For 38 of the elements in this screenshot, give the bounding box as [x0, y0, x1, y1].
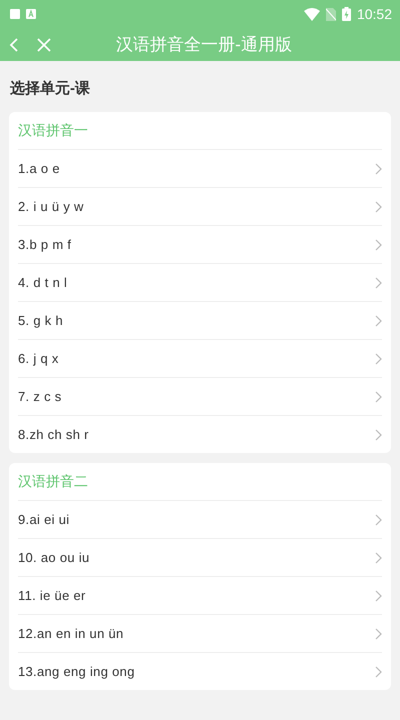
lesson-item[interactable]: 6. j q x	[18, 339, 382, 377]
chevron-right-icon	[375, 514, 382, 526]
chevron-right-icon	[375, 390, 382, 402]
unit-title: 汉语拼音一	[18, 120, 89, 140]
status-time: 10:52	[356, 6, 392, 22]
lesson-item[interactable]: 2. i u ü y w	[18, 187, 382, 225]
chevron-right-icon	[375, 238, 382, 250]
lesson-item[interactable]: 13.ang eng ing ong	[18, 652, 382, 690]
lesson-item[interactable]: 11. ie üe er	[18, 576, 382, 614]
close-icon[interactable]	[36, 36, 52, 52]
chevron-right-icon	[375, 666, 382, 678]
notification-icon	[26, 9, 36, 19]
wifi-icon	[304, 8, 320, 20]
chevron-right-icon	[375, 276, 382, 288]
chevron-right-icon	[375, 200, 382, 212]
window-title: 汉语拼音全一册-通用版	[116, 34, 292, 56]
chevron-right-icon	[375, 590, 382, 602]
lesson-item[interactable]: 10. ao ou iu	[18, 538, 382, 576]
chevron-right-icon	[375, 428, 382, 440]
chevron-right-icon	[375, 552, 382, 564]
unit-title: 汉语拼音二	[18, 472, 89, 490]
no-sim-icon	[326, 8, 336, 20]
chevron-right-icon	[375, 628, 382, 640]
battery-icon	[342, 7, 351, 21]
chevron-right-icon	[375, 162, 382, 174]
section-heading: 选择单元-课	[9, 79, 91, 99]
chevron-right-icon	[375, 314, 382, 326]
back-icon[interactable]	[8, 36, 20, 52]
lesson-item[interactable]: 3.b p m f	[18, 225, 382, 263]
lesson-item[interactable]: 7. z c s	[18, 377, 382, 415]
lesson-item[interactable]: 4. d t n l	[18, 263, 382, 301]
notification-icon	[10, 9, 20, 19]
lesson-item[interactable]: 8.zh ch sh r	[18, 415, 382, 453]
lesson-item[interactable]: 5. g k h	[18, 301, 382, 339]
lesson-item[interactable]: 1.a o e	[18, 149, 382, 187]
lesson-item[interactable]: 12.an en in un ün	[18, 614, 382, 652]
chevron-right-icon	[375, 352, 382, 364]
lesson-item[interactable]: 9.ai ei ui	[18, 500, 382, 538]
